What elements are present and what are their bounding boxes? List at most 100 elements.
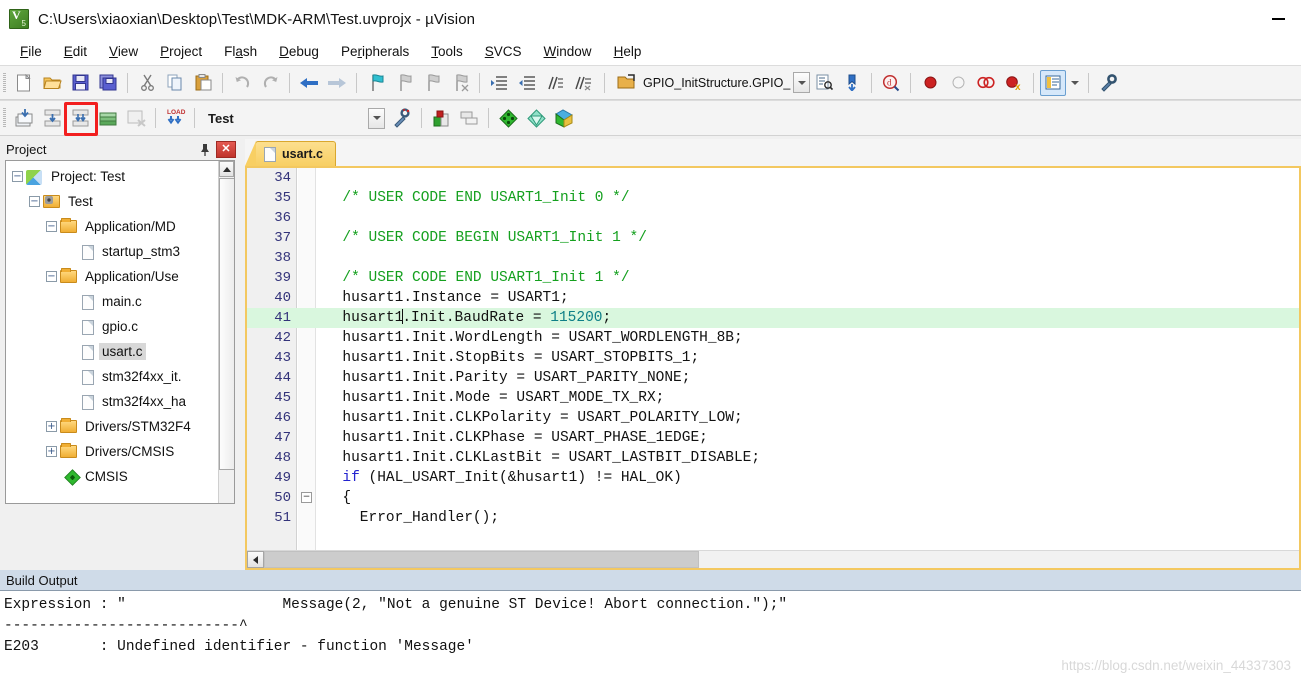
code-line[interactable]: 34 — [247, 168, 1299, 188]
rebuild-icon[interactable] — [64, 102, 98, 136]
menu-item-svcs[interactable]: SVCS — [474, 41, 533, 62]
new-file-icon[interactable] — [11, 70, 37, 96]
tree-item-project-test[interactable]: − Project: Test — [6, 164, 218, 189]
insert-breakpoint-icon[interactable] — [917, 70, 943, 96]
menu-item-view[interactable]: View — [98, 41, 149, 62]
project-window-dropdown-icon[interactable] — [1068, 70, 1082, 96]
project-tree-scrollbar[interactable] — [218, 161, 234, 503]
code-fold-toggle-icon[interactable]: − — [301, 492, 312, 503]
target-selector-value[interactable]: Test — [200, 111, 368, 126]
code-line[interactable]: 45 husart1.Init.Mode = USART_MODE_TX_RX; — [247, 388, 1299, 408]
code-line[interactable]: 49 if (HAL_USART_Init(&husart1) != HAL_O… — [247, 468, 1299, 488]
search-input[interactable]: GPIO_InitStructure.GPIO_ — [643, 76, 793, 90]
multi-project-icon[interactable] — [456, 105, 482, 131]
tree-item-startup-stm3[interactable]: startup_stm3 — [6, 239, 218, 264]
toolbar-grip[interactable] — [3, 108, 6, 128]
build-icon[interactable] — [39, 105, 65, 131]
collapse-toggle-icon[interactable]: − — [29, 196, 40, 207]
manage-run-time-environment-icon[interactable] — [523, 105, 549, 131]
tree-item-drivers-cmsis[interactable]: + Drivers/CMSIS — [6, 439, 218, 464]
code-line[interactable]: 35 /* USER CODE END USART1_Init 0 */ — [247, 188, 1299, 208]
disable-all-breakpoints-icon[interactable]: x — [1001, 70, 1027, 96]
collapse-toggle-icon[interactable]: − — [46, 221, 57, 232]
menu-item-tools[interactable]: Tools — [420, 41, 474, 62]
scroll-left-icon[interactable] — [247, 551, 264, 568]
tree-item-main-c[interactable]: main.c — [6, 289, 218, 314]
code-text-area[interactable]: 34 35 /* USER CODE END USART1_Init 0 */ 36… — [247, 168, 1299, 550]
stop-build-icon[interactable] — [123, 105, 149, 131]
indent-icon[interactable] — [486, 70, 512, 96]
code-line[interactable]: 51 Error_Handler(); — [247, 508, 1299, 528]
menu-item-edit[interactable]: Edit — [53, 41, 98, 62]
cut-icon[interactable] — [134, 70, 160, 96]
open-file-icon[interactable] — [39, 70, 65, 96]
navigate-forward-icon[interactable] — [324, 70, 350, 96]
save-icon[interactable] — [67, 70, 93, 96]
copy-icon[interactable] — [162, 70, 188, 96]
bookmark-next-icon[interactable] — [419, 70, 445, 96]
code-line[interactable]: 38 — [247, 248, 1299, 268]
menu-item-help[interactable]: Help — [603, 41, 653, 62]
pin-icon[interactable] — [195, 141, 214, 159]
project-window-icon[interactable] — [1040, 69, 1067, 96]
scroll-thumb[interactable] — [219, 178, 234, 470]
minimize-button[interactable] — [1255, 0, 1301, 38]
insert-bookmark-icon[interactable] — [839, 70, 865, 96]
find-in-files-icon[interactable] — [811, 70, 837, 96]
editor-hscrollbar[interactable] — [247, 550, 1299, 568]
menu-item-window[interactable]: Window — [533, 41, 603, 62]
tree-item-stm32f4xx-it[interactable]: stm32f4xx_it. — [6, 364, 218, 389]
tree-item-application-md[interactable]: − Application/MD — [6, 214, 218, 239]
toolbar-grip[interactable] — [3, 72, 6, 93]
outdent-icon[interactable] — [514, 70, 540, 96]
bookmark-toggle-icon[interactable] — [363, 70, 389, 96]
download-icon[interactable]: LOAD — [162, 105, 188, 131]
menu-item-debug[interactable]: Debug — [268, 41, 330, 62]
code-line[interactable]: 43 husart1.Init.StopBits = USART_STOPBIT… — [247, 348, 1299, 368]
translate-icon[interactable] — [11, 105, 37, 131]
configuration-wizard-icon[interactable] — [1095, 70, 1121, 96]
pack-installer-icon[interactable] — [495, 105, 521, 131]
code-line[interactable]: 37 /* USER CODE BEGIN USART1_Init 1 */ — [247, 228, 1299, 248]
bookmark-clear-icon[interactable] — [447, 70, 473, 96]
tree-item-usart-c[interactable]: usart.c — [6, 339, 218, 364]
menu-item-peripherals[interactable]: Peripherals — [330, 41, 420, 62]
target-dropdown-chevron-down-icon[interactable] — [368, 107, 385, 129]
kill-all-breakpoints-icon[interactable] — [973, 70, 999, 96]
code-line[interactable]: 50− { — [247, 488, 1299, 508]
collapse-toggle-icon[interactable]: − — [46, 271, 57, 282]
scroll-up-button[interactable] — [219, 161, 234, 177]
navigate-back-icon[interactable] — [296, 70, 322, 96]
expand-toggle-icon[interactable]: + — [46, 421, 57, 432]
search-combo[interactable]: GPIO_InitStructure.GPIO_ — [643, 72, 811, 94]
open-document-icon[interactable] — [613, 70, 639, 96]
comment-icon[interactable] — [542, 70, 568, 96]
tree-item-application-use[interactable]: − Application/Use — [6, 264, 218, 289]
menu-item-flash[interactable]: Flash — [213, 41, 268, 62]
tree-item-gpio-c[interactable]: gpio.c — [6, 314, 218, 339]
software-packs-icon[interactable] — [551, 105, 577, 131]
manage-project-items-icon[interactable] — [428, 105, 454, 131]
save-all-icon[interactable] — [95, 70, 121, 96]
redo-icon[interactable] — [257, 70, 283, 96]
tree-item-cmsis[interactable]: CMSIS — [6, 464, 218, 489]
close-icon[interactable]: ✕ — [216, 141, 236, 158]
chevron-down-icon[interactable] — [793, 72, 811, 93]
tree-item-test[interactable]: − Test — [6, 189, 218, 214]
code-line[interactable]: 36 — [247, 208, 1299, 228]
paste-icon[interactable] — [190, 70, 216, 96]
document-tab-usart-c[interactable]: usart.c — [245, 141, 336, 166]
editor-hscroll-thumb[interactable] — [264, 551, 699, 568]
expand-toggle-icon[interactable]: + — [46, 446, 57, 457]
target-options-icon[interactable] — [389, 105, 415, 131]
code-line[interactable]: 39 /* USER CODE END USART1_Init 1 */ — [247, 268, 1299, 288]
bookmark-prev-icon[interactable] — [391, 70, 417, 96]
code-line[interactable]: 40 husart1.Instance = USART1; — [247, 288, 1299, 308]
tree-item-drivers-stm32f4[interactable]: + Drivers/STM32F4 — [6, 414, 218, 439]
uncomment-icon[interactable] — [570, 70, 596, 96]
menu-item-project[interactable]: Project — [149, 41, 213, 62]
collapse-toggle-icon[interactable]: − — [12, 171, 23, 182]
code-line[interactable]: 48 husart1.Init.CLKLastBit = USART_LASTB… — [247, 448, 1299, 468]
tree-item-stm32f4xx-ha[interactable]: stm32f4xx_ha — [6, 389, 218, 414]
code-line[interactable]: 44 husart1.Init.Parity = USART_PARITY_NO… — [247, 368, 1299, 388]
